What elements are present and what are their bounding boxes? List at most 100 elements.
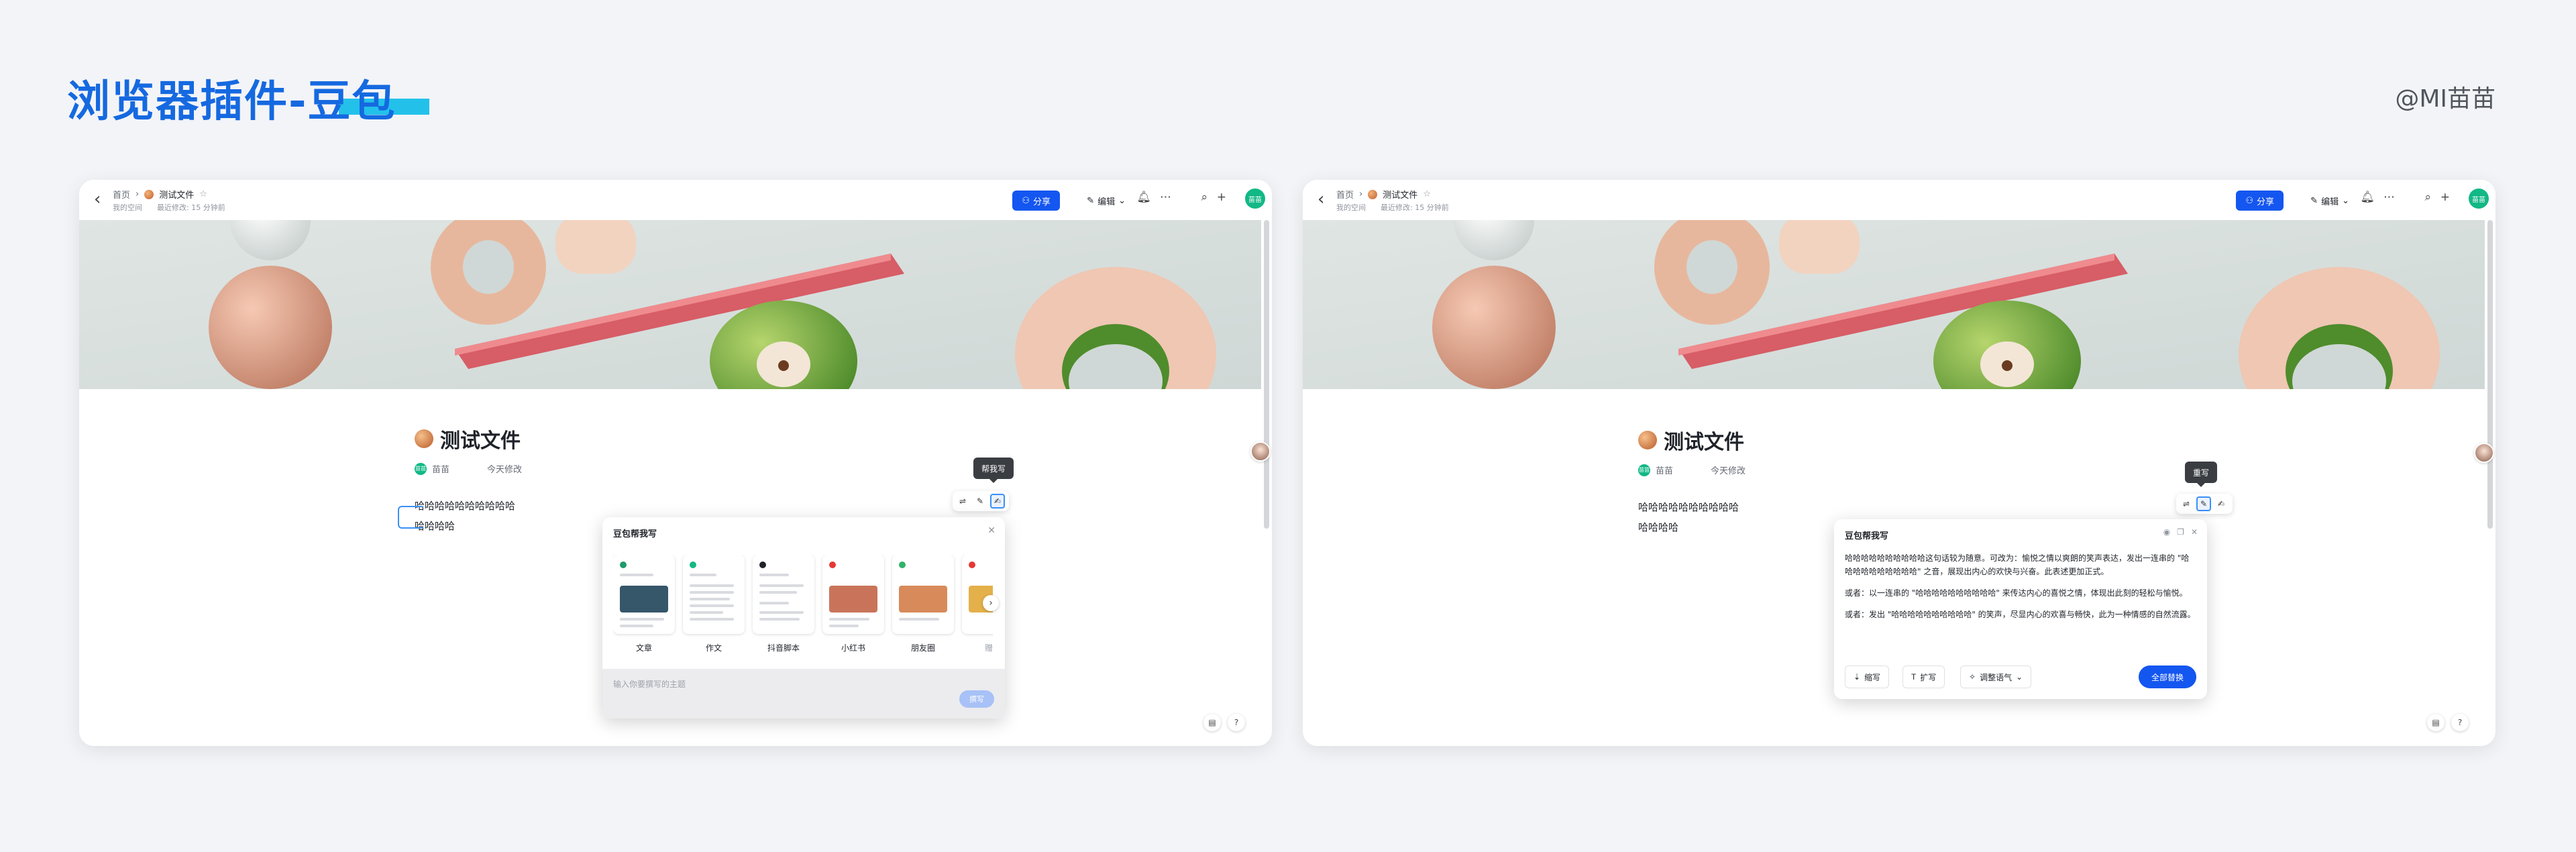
doc-title-text[interactable]: 测试文件 xyxy=(1664,425,1744,455)
card-thumbnail xyxy=(613,555,675,634)
search-icon[interactable]: ⌕ xyxy=(1201,191,1208,204)
card-dot xyxy=(829,562,836,568)
modified-label: 最近修改: 15 分钟前 xyxy=(157,203,225,212)
card-label: 朋友圈 xyxy=(910,643,935,653)
doc-time: 今天修改 xyxy=(487,465,523,475)
expand-label: 扩写 xyxy=(1920,672,1937,682)
bell-icon[interactable]: 🔔︎ xyxy=(2360,191,2375,204)
template-cards: 文章 作文 抖音脚本 小红书 朋友圈 赠言 xyxy=(613,555,993,655)
ai-paragraph: 哈哈哈哈哈哈哈哈哈哈这句话较为随意。可改为：愉悦之情以爽朗的笑声表达，发出一连串… xyxy=(1845,553,2190,576)
selection-cursor xyxy=(398,506,425,529)
doc-outline-icon[interactable]: ▤ xyxy=(2427,714,2445,731)
doc-line-1[interactable]: 哈哈哈哈哈哈哈哈哈哈 xyxy=(415,498,515,513)
space-label[interactable]: 我的空间 xyxy=(1336,202,1366,213)
close-icon[interactable]: ✕ xyxy=(2191,527,2198,537)
users-icon: ⚇ xyxy=(2245,195,2253,205)
expand-button[interactable]: T 扩写 xyxy=(1902,665,1945,688)
topic-input-placeholder[interactable]: 输入你要撰写的主题 xyxy=(613,678,686,690)
ai-write-panel: 豆包帮我写 ✕ 文章 作文 抖音脚本 小红书 朋友圈 赠 › 输入你要撰写的主题… xyxy=(602,517,1005,718)
card-thumbnail xyxy=(892,555,954,634)
tone-label: 调整语气 xyxy=(1980,672,2012,682)
cover-illustration xyxy=(79,220,1261,389)
rewrite-icon[interactable]: ✎ xyxy=(973,494,987,509)
adjust-icon[interactable]: ⇌ xyxy=(955,494,970,509)
space-label[interactable]: 我的空间 xyxy=(113,202,142,213)
back-icon[interactable]: ‹ xyxy=(94,189,101,209)
cover-banner xyxy=(79,220,1261,389)
more-icon[interactable]: ⋯ xyxy=(2383,191,2395,204)
doc-topbar: ‹ 首页 › 测试文件 ☆ 我的空间 最近修改: 15 分钟前 ⚇ 分享 ✎ 编辑 ⌄… xyxy=(1303,180,2496,220)
doc-emoji-icon xyxy=(1638,431,1657,449)
chevron-down-icon: ⌄ xyxy=(2342,195,2349,205)
help-icon[interactable]: ? xyxy=(1228,714,1245,731)
replace-all-button[interactable]: 全部替换 xyxy=(2138,665,2196,688)
card-thumbnail xyxy=(683,555,745,634)
card-label: 作文 xyxy=(705,643,722,653)
chevron-right-icon: › xyxy=(136,189,140,199)
back-icon[interactable]: ‹ xyxy=(1318,189,1324,209)
topic-input-area[interactable]: 输入你要撰写的主题 撰写 xyxy=(602,669,1005,718)
doc-outline-icon[interactable]: ▤ xyxy=(1203,714,1221,731)
doc-emoji-icon xyxy=(144,189,154,199)
star-icon[interactable]: ☆ xyxy=(1423,189,1431,199)
collaborator-avatar[interactable] xyxy=(2474,443,2494,463)
breadcrumb-doc[interactable]: 测试文件 xyxy=(159,188,194,201)
search-icon[interactable]: ⌕ xyxy=(2424,191,2431,204)
close-icon[interactable]: ✕ xyxy=(987,525,996,536)
card-dot xyxy=(969,562,975,568)
browser-window-left: ‹ 首页 › 测试文件 ☆ 我的空间 最近修改: 15 分钟前 ⚇ 分享 ✎ 编辑 ⌄… xyxy=(79,180,1272,746)
rewrite-icon[interactable]: ✎ xyxy=(2196,496,2211,511)
ai-rewrite-panel: 豆包帮我写 ◉ ❐ ✕ 哈哈哈哈哈哈哈哈哈哈这句话较为随意。可改为：愉悦之情以爽… xyxy=(1834,519,2207,699)
scrollbar[interactable] xyxy=(2487,220,2493,529)
write-icon[interactable]: ✍ xyxy=(990,494,1005,509)
breadcrumb: 首页 › 测试文件 ☆ xyxy=(1336,188,1431,201)
more-icon[interactable]: ⋯ xyxy=(1160,191,1171,204)
doc-submeta: 我的空间 最近修改: 15 分钟前 xyxy=(113,202,225,213)
ai-paragraph: 或者：发出 "哈哈哈哈哈哈哈哈哈哈" 的笑声，尽显内心的欢喜与畅快，此为一种情感… xyxy=(1845,610,2196,619)
tone-button[interactable]: ✧ 调整语气 ⌄ xyxy=(1960,665,2032,688)
author-handle: @MI苗苗 xyxy=(2395,85,2496,113)
collaborator-avatar[interactable] xyxy=(1250,441,1271,462)
doc-author[interactable]: 苗苗 xyxy=(432,462,449,475)
write-icon[interactable]: ✍ xyxy=(2214,496,2229,511)
doc-line-2[interactable]: 哈哈哈哈 xyxy=(1638,520,1678,534)
edit-button[interactable]: ✎ 编辑 ⌄ xyxy=(1080,191,1132,211)
share-label: 分享 xyxy=(1032,196,1051,207)
scrollbar[interactable] xyxy=(1264,220,1269,529)
card-thumbnail xyxy=(753,555,814,634)
adjust-icon[interactable]: ⇌ xyxy=(2179,496,2194,511)
add-icon[interactable]: + xyxy=(2440,191,2450,204)
template-card[interactable]: 抖音脚本 xyxy=(753,555,814,655)
share-button[interactable]: ⚇ 分享 xyxy=(2236,191,2284,211)
doc-line-1[interactable]: 哈哈哈哈哈哈哈哈哈哈 xyxy=(1638,500,1739,514)
shorten-button[interactable]: ⇣ 缩写 xyxy=(1845,665,1890,688)
add-icon[interactable]: + xyxy=(1217,191,1226,204)
breadcrumb-home[interactable]: 首页 xyxy=(113,188,130,201)
help-icon[interactable]: ? xyxy=(2451,714,2469,731)
author-avatar: 苗苗 xyxy=(1638,464,1650,476)
chevron-right-icon[interactable]: › xyxy=(983,595,999,611)
doc-emoji-icon xyxy=(415,429,433,448)
doc-author[interactable]: 苗苗 xyxy=(1656,464,1673,476)
doc-title-text[interactable]: 测试文件 xyxy=(440,424,521,454)
eye-icon[interactable]: ◉ xyxy=(2163,527,2170,537)
copy-icon[interactable]: ❐ xyxy=(2177,527,2184,537)
bell-icon[interactable]: 🔔︎ xyxy=(1136,191,1151,204)
cover-illustration xyxy=(1303,220,2485,389)
card-label: 小红书 xyxy=(841,643,865,653)
breadcrumb: 首页 › 测试文件 ☆ xyxy=(113,188,207,201)
edit-button[interactable]: ✎ 编辑 ⌄ xyxy=(2304,191,2356,211)
share-button[interactable]: ⚇ 分享 xyxy=(1012,191,1060,211)
template-card[interactable]: 朋友圈 xyxy=(892,555,954,655)
card-thumbnail xyxy=(822,555,884,634)
star-icon[interactable]: ☆ xyxy=(199,189,207,199)
template-card[interactable]: 文章 xyxy=(613,555,675,655)
compose-button[interactable]: 撰写 xyxy=(959,690,994,708)
avatar[interactable]: 苗苗 xyxy=(2469,189,2489,209)
template-card[interactable]: 作文 xyxy=(683,555,745,655)
breadcrumb-doc[interactable]: 测试文件 xyxy=(1383,188,1417,201)
template-card[interactable]: 小红书 xyxy=(822,555,884,655)
avatar[interactable]: 苗苗 xyxy=(1245,189,1265,209)
card-thumbnail xyxy=(962,555,993,634)
breadcrumb-home[interactable]: 首页 xyxy=(1336,188,1354,201)
